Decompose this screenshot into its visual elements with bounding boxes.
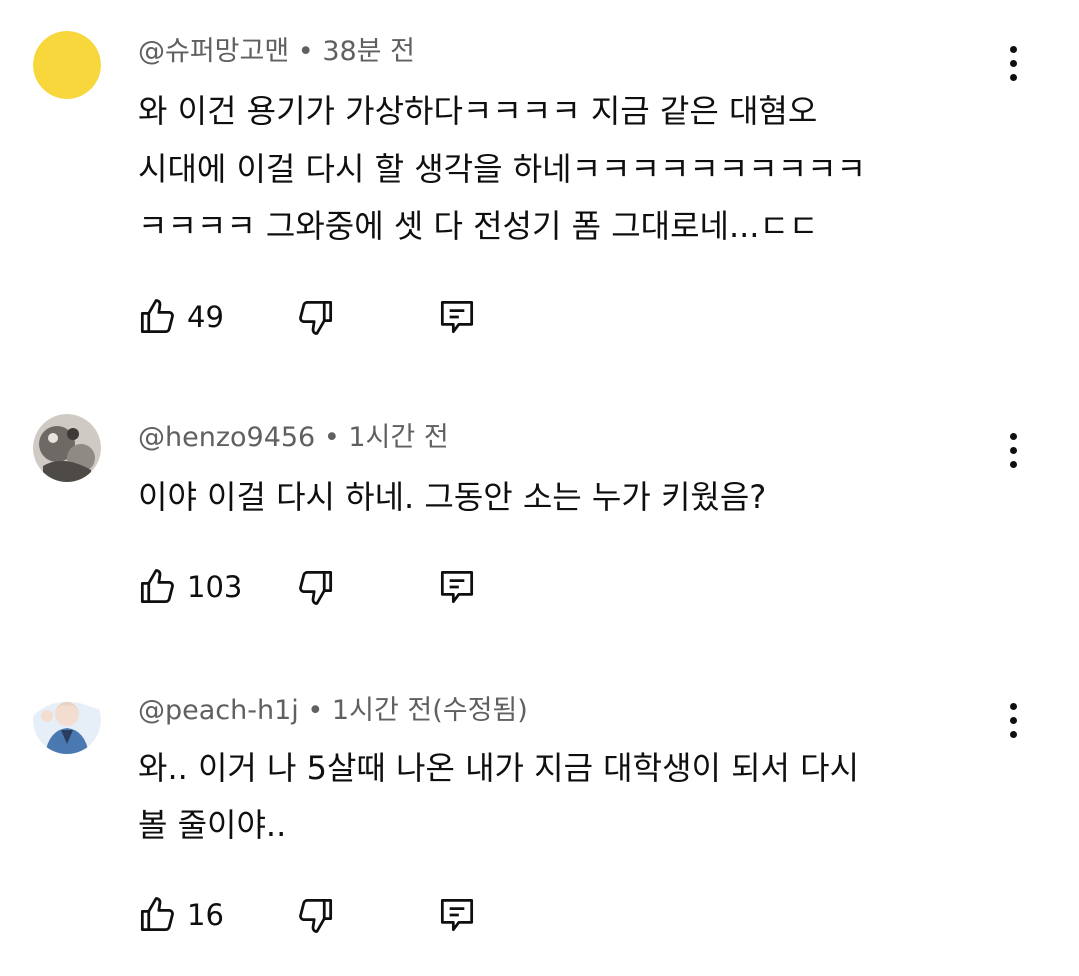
like-count: 16: [187, 898, 224, 932]
dislike-button[interactable]: [294, 893, 338, 937]
more-options-button[interactable]: [996, 41, 1030, 85]
comment-time: 38분 전: [322, 36, 415, 67]
comment-meta: @henzo9456 • 1시간 전: [138, 421, 449, 455]
dislike-icon: [299, 898, 333, 933]
reply-icon: [440, 898, 474, 932]
dislike-button[interactable]: [294, 295, 338, 339]
comment-text-line: 와.. 이거 나 5살때 나온 내가 지금 대학생이 되서 다시: [138, 749, 860, 787]
meta-separator: •: [297, 36, 314, 67]
dislike-button[interactable]: [294, 565, 338, 609]
comment-text-line: 시대에 이걸 다시 할 생각을 하네ㅋㅋㅋㅋㅋㅋㅋㅋㅋㅋ: [138, 150, 866, 188]
reply-button[interactable]: [435, 893, 479, 937]
like-icon: [140, 299, 174, 334]
like-count: 103: [187, 570, 243, 604]
reply-button[interactable]: [435, 565, 479, 609]
author-name[interactable]: @peach-h1j: [138, 695, 299, 726]
comment-text-line: 와 이건 용기가 가상하다ㅋㅋㅋㅋ 지금 같은 대혐오: [138, 92, 818, 130]
dislike-icon: [299, 300, 333, 335]
more-options-button[interactable]: [996, 698, 1030, 742]
reply-icon: [440, 300, 474, 334]
like-count: 49: [187, 300, 224, 334]
like-icon: [140, 569, 174, 604]
avatar[interactable]: [33, 686, 101, 754]
comment-meta: @peach-h1j • 1시간 전(수정됨): [138, 694, 528, 728]
reply-button[interactable]: [435, 295, 479, 339]
comment-time: 1시간 전(수정됨): [331, 695, 528, 726]
comment-text-line: ㅋㅋㅋㅋ 그와중에 셋 다 전성기 폼 그대로네...ㄷㄷ: [138, 207, 819, 245]
more-vert-icon: [1009, 432, 1017, 440]
comment-text-line: 이야 이걸 다시 하네. 그동안 소는 누가 키웠음?: [138, 478, 767, 516]
comment-time: 1시간 전: [348, 422, 449, 453]
meta-separator: •: [307, 695, 324, 726]
avatar[interactable]: [33, 31, 101, 99]
avatar[interactable]: [33, 414, 101, 482]
author-name[interactable]: @henzo9456: [138, 422, 315, 453]
like-button[interactable]: 103: [135, 565, 242, 609]
comment-meta: @슈퍼망고맨 • 38분 전: [138, 35, 415, 69]
like-icon: [140, 897, 174, 932]
reply-icon: [440, 570, 474, 604]
more-vert-icon: [1009, 45, 1017, 53]
more-vert-icon: [1009, 702, 1017, 710]
like-button[interactable]: 16: [135, 893, 224, 937]
more-options-button[interactable]: [996, 428, 1030, 472]
like-button[interactable]: 49: [135, 295, 224, 339]
comment-text-line: 볼 줄이야..: [138, 806, 287, 844]
dislike-icon: [299, 570, 333, 605]
meta-separator: •: [323, 422, 340, 453]
author-name[interactable]: @슈퍼망고맨: [138, 36, 289, 67]
